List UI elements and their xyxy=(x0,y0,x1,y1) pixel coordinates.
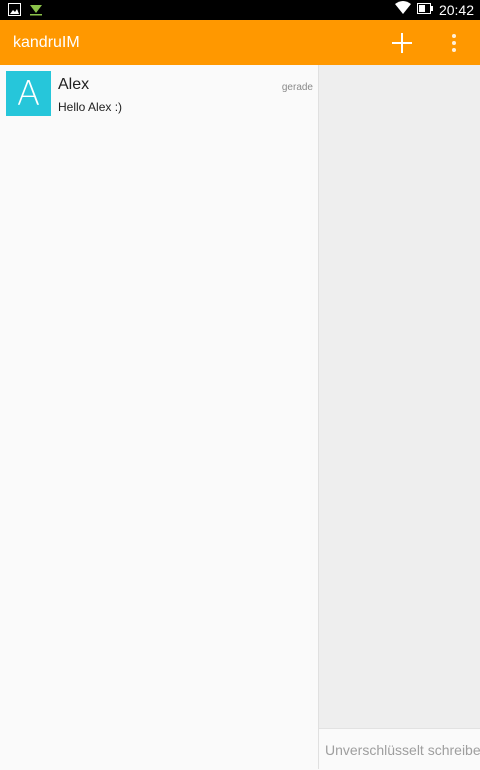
app-title: kandruIM xyxy=(13,34,80,51)
chat-area xyxy=(319,65,480,728)
compose-bar xyxy=(319,728,480,770)
message-time: gerade xyxy=(281,82,313,93)
conversation-list: A Alex Hello Alex :) gerade xyxy=(0,65,319,769)
contact-name: Alex xyxy=(58,76,90,93)
status-bar: 20:42 xyxy=(0,0,480,20)
battery-icon xyxy=(416,1,433,19)
download-icon xyxy=(29,3,43,21)
overflow-menu-icon xyxy=(452,34,456,52)
list-item-conversation[interactable]: A Alex Hello Alex :) gerade xyxy=(0,65,318,121)
add-icon xyxy=(392,33,412,53)
message-input[interactable] xyxy=(325,739,480,761)
message-preview: Hello Alex :) xyxy=(58,100,123,114)
image-icon xyxy=(8,3,21,21)
wifi-icon xyxy=(394,1,411,19)
app-bar: kandruIM xyxy=(0,20,480,65)
status-time: 20:42 xyxy=(438,2,474,18)
overflow-menu-button[interactable] xyxy=(444,29,464,57)
avatar: A xyxy=(6,71,51,116)
add-button[interactable] xyxy=(388,29,416,57)
